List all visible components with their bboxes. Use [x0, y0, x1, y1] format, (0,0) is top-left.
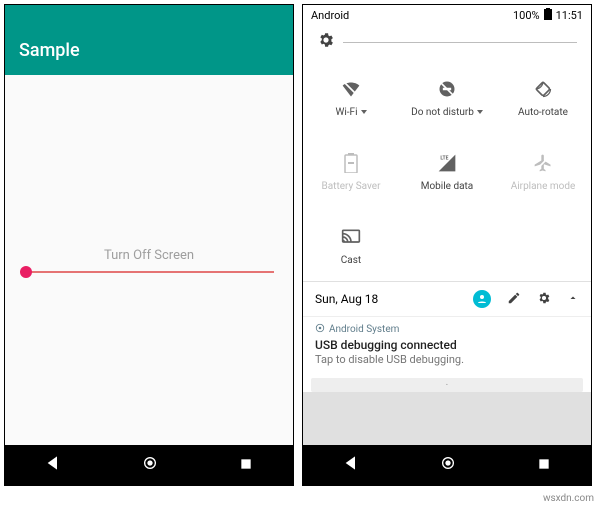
- user-avatar[interactable]: [473, 290, 491, 308]
- home-button[interactable]: [440, 455, 456, 475]
- wifi-off-icon: [341, 79, 361, 99]
- recents-button[interactable]: [537, 456, 551, 475]
- brightness-slider[interactable]: [343, 42, 577, 43]
- back-button[interactable]: [343, 455, 359, 475]
- notification-body: Tap to disable USB debugging.: [315, 353, 579, 366]
- tile-empty: [399, 207, 495, 281]
- tile-wifi[interactable]: Wi-Fi: [303, 59, 399, 133]
- tile-label: Battery Saver: [322, 181, 381, 192]
- tile-label: Auto-rotate: [518, 107, 568, 118]
- app-body: Turn Off Screen: [5, 75, 293, 445]
- clock: 11:51: [556, 9, 583, 22]
- notification-shelf[interactable]: .: [311, 378, 583, 392]
- tile-label: Airplane mode: [511, 181, 576, 192]
- app-title: Sample: [19, 40, 80, 61]
- rotate-icon: [533, 79, 553, 99]
- notification-app-name: Android System: [329, 324, 399, 335]
- footer-date: Sun, Aug 18: [315, 292, 378, 306]
- quick-settings-grid: Wi-Fi Do not disturb Auto-rotate Battery…: [303, 59, 591, 281]
- turn-off-screen-label: Turn Off Screen: [104, 248, 194, 263]
- android-system-icon: [315, 323, 325, 336]
- tile-label: Wi-Fi: [335, 107, 357, 118]
- phone-left: Sample Turn Off Screen: [4, 4, 294, 486]
- tile-label: Do not disturb: [411, 107, 474, 118]
- recents-button[interactable]: [239, 456, 253, 475]
- airplane-icon: [533, 153, 553, 173]
- chevron-down-icon: [477, 110, 483, 114]
- gear-icon[interactable]: [317, 31, 335, 53]
- lte-icon: LTE: [437, 153, 457, 173]
- app-bar: Sample: [5, 25, 293, 75]
- collapse-icon[interactable]: [567, 292, 579, 307]
- navigation-bar: [303, 445, 591, 485]
- tile-label: Cast: [341, 255, 361, 266]
- tile-label: Mobile data: [421, 181, 474, 192]
- tile-mobile-data[interactable]: LTE Mobile data: [399, 133, 495, 207]
- scrim[interactable]: [303, 392, 591, 445]
- cast-icon: [341, 227, 361, 247]
- notification-card[interactable]: Android System USB debugging connected T…: [303, 316, 591, 374]
- settings-icon[interactable]: [537, 291, 551, 308]
- slider-track[interactable]: [24, 271, 274, 273]
- phone-right: Android 100% 11:51 Wi-Fi Do not disturb: [302, 4, 592, 486]
- edit-icon[interactable]: [507, 291, 521, 308]
- tile-empty: [495, 207, 591, 281]
- battery-icon: [341, 153, 361, 173]
- home-button[interactable]: [142, 455, 158, 475]
- svg-text:LTE: LTE: [440, 155, 448, 161]
- tile-cast[interactable]: Cast: [303, 207, 399, 281]
- notification-title: USB debugging connected: [315, 338, 579, 352]
- battery-percent: 100%: [513, 9, 540, 22]
- quick-settings-footer: Sun, Aug 18: [303, 282, 591, 316]
- slider-thumb[interactable]: [20, 266, 32, 278]
- tile-battery-saver[interactable]: Battery Saver: [303, 133, 399, 207]
- navigation-bar: [5, 445, 293, 485]
- chevron-down-icon: [361, 110, 367, 114]
- status-bar: Android 100% 11:51: [303, 5, 591, 25]
- battery-icon: [544, 8, 552, 23]
- tile-rotate[interactable]: Auto-rotate: [495, 59, 591, 133]
- watermark: wsxdn.com: [543, 493, 594, 504]
- brightness-row[interactable]: [303, 25, 591, 59]
- status-bar: [5, 5, 293, 25]
- back-button[interactable]: [45, 455, 61, 475]
- tile-airplane[interactable]: Airplane mode: [495, 133, 591, 207]
- tile-dnd[interactable]: Do not disturb: [399, 59, 495, 133]
- carrier-label: Android: [311, 9, 349, 22]
- dnd-icon: [437, 79, 457, 99]
